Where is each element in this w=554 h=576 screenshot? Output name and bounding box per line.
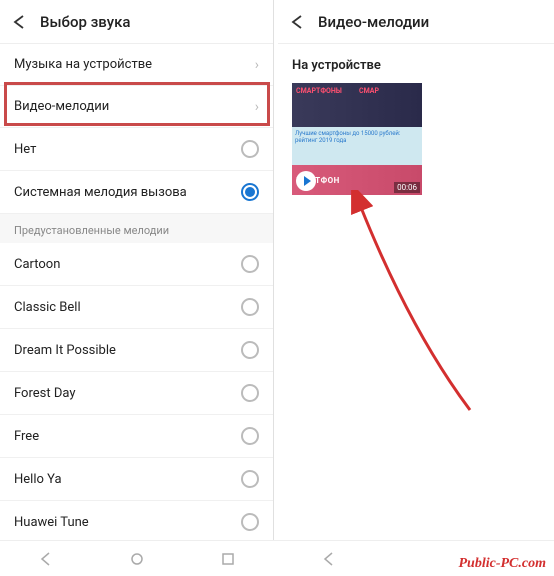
item-label: Forest Day: [14, 386, 76, 401]
item-label: Системная мелодия вызова: [14, 185, 187, 200]
video-thumbnail[interactable]: СМАРТФОНЫ СМАР Лучшие смартфоны до 15000…: [292, 83, 422, 195]
radio-icon[interactable]: [241, 341, 259, 359]
nav-recent-icon[interactable]: [221, 552, 235, 566]
radio-icon[interactable]: [241, 140, 259, 158]
nav-home-icon[interactable]: [130, 552, 144, 566]
item-label: Нет: [14, 142, 36, 157]
item-label: Huawei Tune: [14, 515, 89, 530]
play-icon[interactable]: [296, 171, 316, 191]
item-label: Free: [14, 429, 39, 444]
on-device-section: На устройстве: [278, 44, 554, 83]
nav-back-icon[interactable]: [39, 552, 53, 566]
back-icon[interactable]: [10, 13, 28, 31]
back-icon[interactable]: [288, 13, 306, 31]
item-label: Hello Ya: [14, 472, 62, 487]
preset-section-header: Предустановленные мелодии: [0, 214, 273, 243]
thumb-mid-text: Лучшие смартфоны до 15000 рублей: рейтин…: [292, 127, 422, 165]
radio-icon[interactable]: [241, 298, 259, 316]
page-title-right: Видео-мелодии: [318, 13, 429, 31]
radio-icon[interactable]: [241, 255, 259, 273]
radio-icon[interactable]: [241, 384, 259, 402]
none-item[interactable]: Нет: [0, 128, 273, 171]
preset-item-classic-bell[interactable]: Classic Bell: [0, 286, 273, 329]
radio-icon[interactable]: [241, 427, 259, 445]
music-on-device-item[interactable]: Музыка на устройстве ›: [0, 44, 273, 86]
video-melodies-item[interactable]: Видео-мелодии ›: [0, 86, 273, 128]
header-left: Выбор звука: [0, 0, 273, 44]
radio-icon[interactable]: [241, 470, 259, 488]
thumb-top: СМАРТФОНЫ СМАР: [292, 83, 422, 127]
chevron-right-icon: ›: [255, 57, 259, 73]
thumb-label1: СМАРТФОНЫ: [296, 87, 355, 95]
item-label: Музыка на устройстве: [14, 57, 152, 72]
preset-item-dream-it-possible[interactable]: Dream It Possible: [0, 329, 273, 372]
item-label: Cartoon: [14, 257, 60, 272]
system-ringtone-item[interactable]: Системная мелодия вызова: [0, 171, 273, 214]
preset-item-forest-day[interactable]: Forest Day: [0, 372, 273, 415]
preset-item-huawei-tune[interactable]: Huawei Tune: [0, 501, 273, 540]
item-label: Dream It Possible: [14, 343, 116, 358]
chevron-right-icon: ›: [255, 99, 259, 115]
item-label: Видео-мелодии: [14, 99, 109, 114]
radio-icon[interactable]: [241, 513, 259, 531]
thumb-label2: СМАР: [359, 87, 418, 95]
header-right: Видео-мелодии: [278, 0, 554, 44]
page-title-left: Выбор звука: [40, 13, 130, 31]
watermark: Public-PC.com: [459, 556, 547, 572]
preset-item-hello-ya[interactable]: Hello Ya: [0, 458, 273, 501]
preset-item-free[interactable]: Free: [0, 415, 273, 458]
preset-item-cartoon[interactable]: Cartoon: [0, 243, 273, 286]
radio-selected-icon[interactable]: [241, 183, 259, 201]
nav-back-icon[interactable]: [322, 552, 336, 566]
video-duration: 00:06: [394, 182, 420, 193]
item-label: Classic Bell: [14, 300, 81, 315]
